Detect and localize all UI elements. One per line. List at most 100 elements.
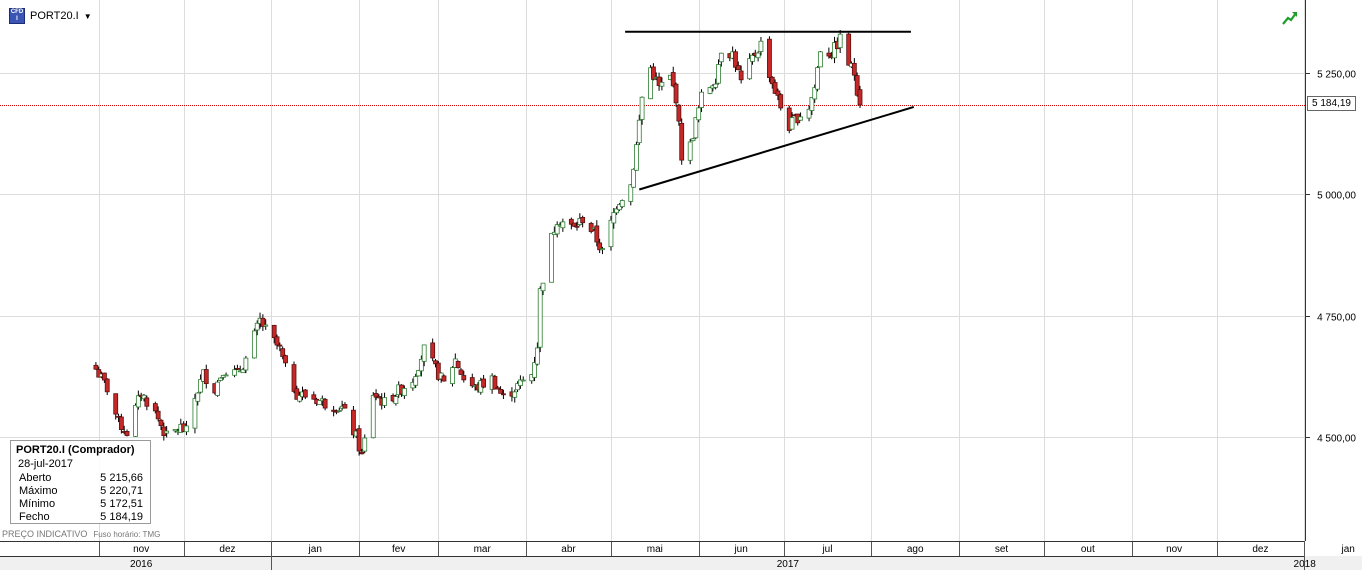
candle-body (469, 377, 475, 387)
info-label: Máximo (19, 485, 58, 497)
candle-body (133, 405, 138, 437)
candle-body (631, 168, 636, 188)
candle-body (718, 52, 724, 63)
candle-body (738, 70, 744, 81)
candle-body (673, 83, 679, 104)
candle-body (534, 347, 540, 365)
candle-body (798, 116, 803, 121)
candle-body (113, 393, 119, 415)
timezone-label: Fuso horário: TMG (93, 530, 161, 539)
month-tick-label: abr (561, 544, 576, 555)
month-tick-label: nov (1166, 544, 1182, 555)
trend-arrow-icon[interactable] (1282, 10, 1298, 26)
chevron-down-icon[interactable]: ▼ (84, 12, 92, 21)
candle-body (135, 395, 141, 408)
candle-body (716, 64, 721, 84)
candle-body (789, 117, 795, 130)
candle-body (693, 117, 699, 139)
candle-body (144, 397, 150, 407)
month-tick-label: mai (647, 544, 663, 555)
candle-body (184, 425, 189, 433)
candle-body (639, 96, 645, 120)
candle-body (690, 138, 696, 142)
month-tick-label: out (1081, 544, 1095, 555)
info-label: Fecho (19, 511, 50, 523)
y-tick-label: 4 750,00 (1317, 313, 1356, 324)
candle-body (696, 107, 702, 121)
info-row-high: Máximo 5 220,71 (19, 485, 143, 498)
candle-body (713, 83, 719, 88)
candle-body (611, 212, 617, 224)
candle-body (659, 81, 665, 87)
candle-body (450, 367, 455, 384)
candle-body (676, 104, 682, 122)
info-row-open: Aberto 5 215,66 (19, 472, 143, 485)
candle-body (580, 217, 586, 224)
candle-body (336, 410, 342, 412)
candle-body (362, 437, 368, 452)
candle-body (291, 364, 297, 392)
candle-body (263, 324, 269, 327)
info-row-close: Fecho 5 184,19 (19, 511, 143, 524)
candle-body (413, 376, 419, 386)
candle-body (164, 430, 170, 434)
candle-body (767, 38, 772, 79)
candle-body (636, 119, 642, 144)
candle-body (254, 322, 260, 331)
ohlc-info-box: PORT20.I (Comprador) 28-jul-2017 Aberto … (10, 440, 151, 524)
candle-body (608, 219, 614, 248)
candle-body (532, 362, 537, 378)
symbol-header[interactable]: CFD I PORT20.I ▼ (9, 8, 92, 24)
month-tick-label: nov (133, 544, 149, 555)
candle-body (277, 344, 283, 347)
candle-body (192, 398, 198, 429)
year-axis-band (0, 556, 1362, 570)
candle-body (679, 122, 685, 161)
candle-body (537, 288, 543, 348)
candle-body (458, 369, 464, 375)
candle-body (826, 52, 832, 57)
candle-body (851, 62, 857, 76)
current-price-badge: 5 184,19 (1307, 96, 1356, 111)
candle-body (495, 387, 501, 390)
symbol-name: PORT20.I (30, 10, 79, 22)
candle-body (501, 393, 506, 396)
info-label: Aberto (19, 472, 52, 484)
axes: nov dez jan fev mar abr mai jun jul ago set out nov d… (0, 0, 1362, 570)
candle-body (172, 429, 178, 432)
candle-body (594, 225, 600, 243)
candle-body (687, 141, 693, 161)
candle-body (223, 374, 229, 377)
candle-body (455, 360, 461, 369)
candle-body (549, 232, 554, 283)
candle-body (837, 33, 843, 49)
month-tick-label: ago (907, 544, 924, 555)
candle-body (93, 364, 99, 370)
candle-body (758, 40, 764, 52)
candle-body (733, 51, 738, 68)
month-tick-label: jan (308, 544, 322, 555)
candle-body (755, 52, 761, 59)
candle-body (441, 375, 447, 382)
month-tick-label: fev (392, 544, 405, 555)
month-tick-label: jul (821, 544, 832, 555)
candle-body (416, 370, 421, 377)
candle-body (750, 54, 755, 62)
cfd-instrument-icon: CFD I (9, 8, 25, 24)
candle-body (634, 144, 639, 171)
month-tick-label: jun (733, 544, 747, 555)
candle-body (104, 378, 110, 393)
month-tick-label: jan (1340, 544, 1354, 555)
month-tick-label: set (995, 544, 1009, 555)
info-value: 5 215,66 (100, 472, 143, 484)
candle-body (376, 396, 382, 399)
candle-body (302, 389, 308, 398)
indicative-price-note: PREÇO INDICATIVO Fuso horário: TMG (2, 529, 160, 539)
candle-body (243, 357, 249, 371)
candle-body (461, 375, 467, 381)
candle-body (512, 391, 518, 398)
year-tick-label: 2018 (1294, 559, 1317, 570)
price-chart[interactable]: nov dez jan fev mar abr mai jun jul ago set out nov d… (0, 0, 1362, 570)
info-value: 5 184,19 (100, 511, 143, 523)
candle-body (251, 330, 257, 359)
